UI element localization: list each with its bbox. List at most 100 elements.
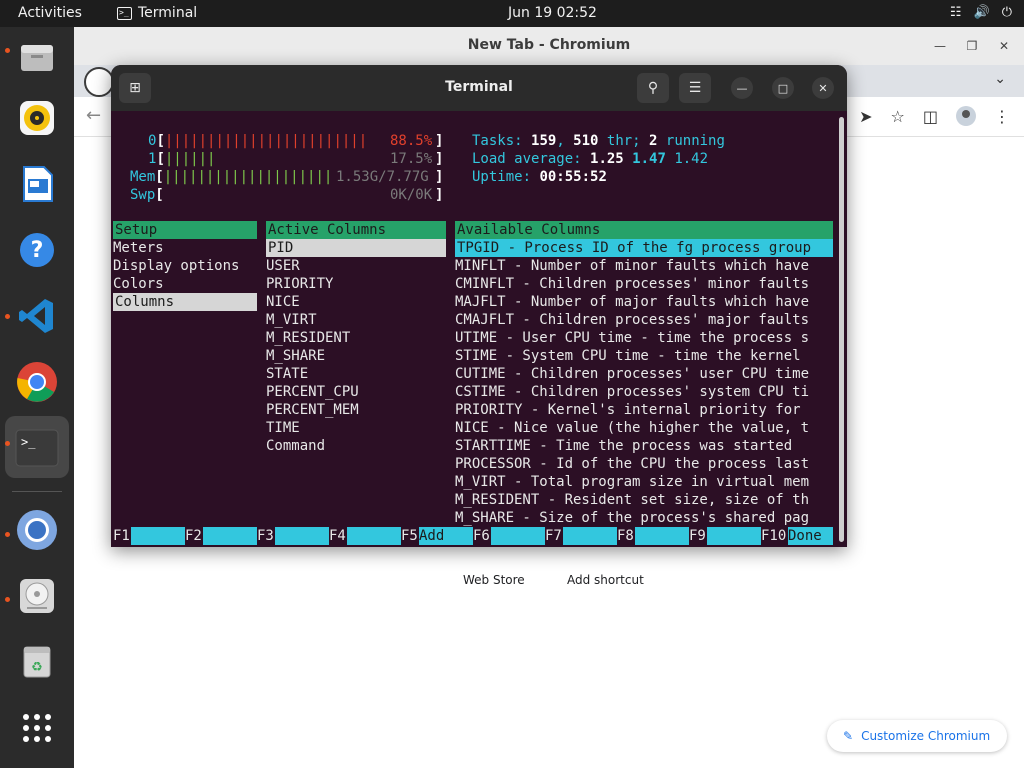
- available-column-item[interactable]: MAJFLT - Number of major faults which ha…: [455, 293, 833, 311]
- active-column-item[interactable]: USER: [266, 257, 300, 275]
- available-column-item[interactable]: CMINFLT - Children processes' minor faul…: [455, 275, 833, 293]
- side-panel-icon[interactable]: ◫: [923, 107, 938, 126]
- hamburger-menu-icon[interactable]: ☰: [679, 73, 711, 103]
- active-column-item[interactable]: M_SHARE: [266, 347, 325, 365]
- fkey-f8[interactable]: F8: [617, 527, 634, 545]
- webstore-shortcut-label[interactable]: Web Store: [463, 573, 525, 587]
- trash-icon[interactable]: ♻: [13, 638, 61, 686]
- add-shortcut-label[interactable]: Add shortcut: [567, 573, 644, 587]
- fkey-f5[interactable]: F5: [401, 527, 418, 545]
- chromium-icon[interactable]: [13, 506, 61, 554]
- available-column-item[interactable]: TPGID - Process ID of the fg process gro…: [455, 239, 833, 257]
- chrome-icon[interactable]: [13, 358, 61, 406]
- app-menu[interactable]: >_ Terminal: [117, 5, 197, 21]
- back-icon[interactable]: ←: [86, 105, 101, 126]
- active-column-item[interactable]: Command: [266, 437, 325, 455]
- terminal-scrollbar[interactable]: [839, 117, 844, 542]
- fkey-f3-label[interactable]: [275, 527, 329, 545]
- available-column-item[interactable]: M_RESIDENT - Resident set size, size of …: [455, 491, 833, 509]
- fkey-f7[interactable]: F7: [545, 527, 562, 545]
- maximize-icon[interactable]: ❐: [962, 36, 982, 56]
- help-icon[interactable]: ?: [13, 226, 61, 274]
- setup-item-colors[interactable]: Colors: [113, 275, 164, 293]
- maximize-icon[interactable]: □: [772, 77, 794, 99]
- active-column-item[interactable]: PID: [266, 239, 446, 257]
- profile-icon[interactable]: [956, 106, 976, 126]
- fkey-f9-label[interactable]: [707, 527, 761, 545]
- available-column-item[interactable]: CUTIME - Children processes' user CPU ti…: [455, 365, 833, 383]
- available-column-item[interactable]: NICE - Nice value (the higher the value,…: [455, 419, 833, 437]
- running-indicator: [5, 597, 10, 602]
- available-column-item[interactable]: UTIME - User CPU time - time the process…: [455, 329, 833, 347]
- setup-item-meters[interactable]: Meters: [113, 239, 164, 257]
- app-grid-icon[interactable]: [13, 704, 61, 752]
- active-column-item[interactable]: NICE: [266, 293, 300, 311]
- svg-text:>_: >_: [21, 435, 36, 449]
- bookmark-star-icon[interactable]: ☆: [891, 107, 905, 126]
- fkey-f10-label[interactable]: Done: [788, 527, 833, 545]
- tab-search-icon[interactable]: ⌄: [994, 71, 1006, 87]
- fkey-f6-label[interactable]: [491, 527, 545, 545]
- system-tray[interactable]: ☷ 🔊 ⏻: [950, 5, 1012, 20]
- active-column-item[interactable]: PRIORITY: [266, 275, 333, 293]
- menu-kebab-icon[interactable]: ⋮: [994, 107, 1010, 126]
- network-icon[interactable]: ☷: [950, 5, 962, 20]
- active-column-item[interactable]: M_RESIDENT: [266, 329, 350, 347]
- fkey-f3[interactable]: F3: [257, 527, 274, 545]
- active-column-item[interactable]: PERCENT_MEM: [266, 401, 359, 419]
- active-column-item[interactable]: M_VIRT: [266, 311, 317, 329]
- fkey-f4-label[interactable]: [347, 527, 401, 545]
- available-column-item[interactable]: STARTTIME - Time the process was started: [455, 437, 833, 455]
- activities-button[interactable]: Activities: [18, 5, 82, 21]
- fkey-f1-label[interactable]: [131, 527, 185, 545]
- fkey-f9[interactable]: F9: [689, 527, 706, 545]
- fkey-f7-label[interactable]: [563, 527, 617, 545]
- fkey-f5-label[interactable]: Add: [419, 527, 473, 545]
- setup-item-columns[interactable]: Columns: [113, 293, 257, 311]
- power-icon[interactable]: ⏻: [1002, 5, 1012, 20]
- available-column-item[interactable]: PRIORITY - Kernel's internal priority fo…: [455, 401, 833, 419]
- available-column-item[interactable]: MINFLT - Number of minor faults which ha…: [455, 257, 833, 275]
- volume-icon[interactable]: 🔊: [974, 5, 990, 20]
- available-column-item[interactable]: M_VIRT - Total program size in virtual m…: [455, 473, 833, 491]
- available-column-item[interactable]: STIME - System CPU time - time the kerne…: [455, 347, 833, 365]
- vscode-icon[interactable]: [13, 292, 61, 340]
- terminal-icon[interactable]: >_: [13, 424, 61, 472]
- fkey-f4[interactable]: F4: [329, 527, 346, 545]
- cpu0-meter: 0[|||||||||||||||||||||||| 88.5%]: [148, 133, 444, 149]
- close-icon[interactable]: ✕: [812, 77, 834, 99]
- disk-icon[interactable]: [13, 572, 61, 620]
- fkey-f8-label[interactable]: [635, 527, 689, 545]
- fkey-f2[interactable]: F2: [185, 527, 202, 545]
- dock: ? >_ ♻: [0, 27, 74, 768]
- fkey-f10[interactable]: F10: [761, 527, 786, 545]
- close-icon[interactable]: ✕: [994, 36, 1014, 56]
- available-column-item[interactable]: CSTIME - Children processes' system CPU …: [455, 383, 833, 401]
- share-icon[interactable]: ➤: [859, 107, 872, 126]
- search-icon[interactable]: ⚲: [637, 73, 669, 103]
- clock[interactable]: Jun 19 02:52: [508, 5, 597, 21]
- minimize-icon[interactable]: —: [930, 36, 950, 56]
- active-column-item[interactable]: PERCENT_CPU: [266, 383, 359, 401]
- available-column-item[interactable]: CMAJFLT - Children processes' major faul…: [455, 311, 833, 329]
- minimize-icon[interactable]: —: [731, 77, 753, 99]
- fkey-f1[interactable]: F1: [113, 527, 130, 545]
- tab-favicon[interactable]: [84, 67, 114, 97]
- available-column-item[interactable]: PROCESSOR - Id of the CPU the process la…: [455, 455, 833, 473]
- active-column-item[interactable]: TIME: [266, 419, 300, 437]
- fkey-f2-label[interactable]: [203, 527, 257, 545]
- running-indicator: [5, 532, 10, 537]
- terminal-headerbar[interactable]: ⊞ Terminal ⚲ ☰ — □ ✕: [111, 65, 847, 111]
- rhythmbox-icon[interactable]: [13, 94, 61, 142]
- setup-item-display-options[interactable]: Display options: [113, 257, 239, 275]
- active-column-item[interactable]: STATE: [266, 365, 308, 383]
- app-menu-label: Terminal: [138, 5, 198, 21]
- swap-meter: Swp[0K/0K]: [130, 187, 444, 203]
- htop-screen[interactable]: 0[|||||||||||||||||||||||| 88.5%] 1[|||||…: [111, 111, 847, 547]
- chromium-titlebar[interactable]: New Tab - Chromium — ❐ ✕: [74, 27, 1024, 65]
- customize-chromium-button[interactable]: ✎ Customize Chromium: [827, 720, 1007, 752]
- fkey-f6[interactable]: F6: [473, 527, 490, 545]
- available-column-item[interactable]: M_SHARE - Size of the process's shared p…: [455, 509, 833, 527]
- writer-icon[interactable]: [13, 160, 61, 208]
- files-icon[interactable]: [13, 33, 61, 81]
